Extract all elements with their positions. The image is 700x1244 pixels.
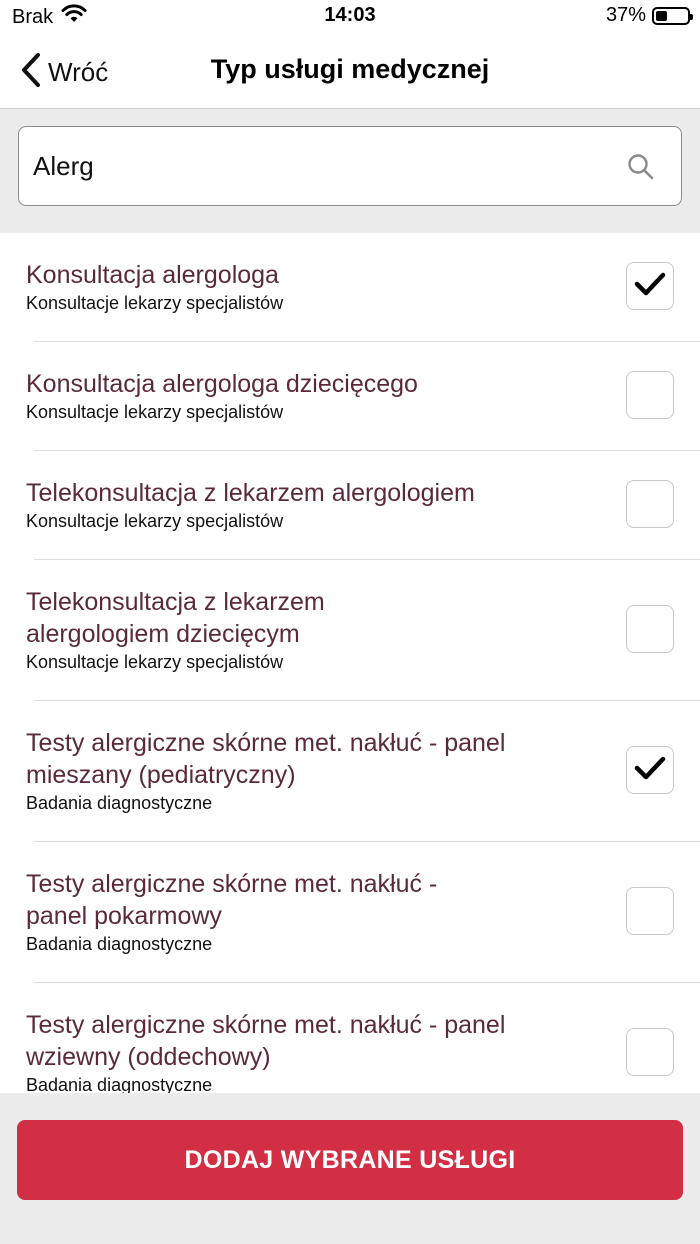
item-checkbox[interactable] [626, 1028, 674, 1076]
item-subtitle: Konsultacje lekarzy specjalistów [26, 402, 284, 422]
item-checkbox[interactable] [626, 746, 674, 794]
item-subtitle: Konsultacje lekarzy specjalistów [26, 652, 284, 672]
checkmark-icon [634, 755, 666, 786]
item-title: Konsultacja alergologa dziecięcego [26, 370, 418, 398]
item-title: Testy alergiczne skórne met. nakłuć - pa… [26, 1011, 506, 1071]
add-selected-services-label: DODAJ WYBRANE USŁUGI [184, 1145, 516, 1174]
item-title: Testy alergiczne skórne met. nakłuć - pa… [26, 729, 506, 789]
item-subtitle: Konsultacje lekarzy specjalistów [26, 293, 284, 313]
list-item[interactable]: Telekonsultacja z lekarzem alergologiem … [0, 451, 700, 560]
battery-percent: 37% [605, 4, 646, 26]
list-item[interactable]: Konsultacja alergologa dziecięcego Konsu… [0, 342, 700, 451]
list-item[interactable]: Telekonsultacja z lekarzem alergologiem … [0, 560, 700, 701]
status-right: 37% [605, 4, 693, 27]
status-time: 14:03 [324, 4, 376, 26]
navigation-bar: Wróć Typ usługi medycznej [0, 34, 700, 109]
list-item[interactable]: Testy alergiczne skórne met. nakłuć - pa… [0, 983, 700, 1093]
checkmark-icon [634, 271, 666, 302]
service-list[interactable]: Konsultacja alergologa Konsultacje lekar… [0, 233, 700, 1093]
item-title: Telekonsultacja z lekarzem alergologiem [26, 479, 475, 507]
list-item[interactable]: Testy alergiczne skórne met. nakłuć - pa… [0, 701, 700, 842]
item-checkbox[interactable] [626, 887, 674, 935]
item-subtitle: Badania diagnostyczne [26, 934, 213, 954]
item-checkbox[interactable] [626, 605, 674, 653]
list-item[interactable]: Testy alergiczne skórne met. nakłuć - pa… [0, 842, 700, 983]
item-title: Konsultacja alergologa [26, 261, 279, 289]
list-item[interactable]: Konsultacja alergologa Konsultacje lekar… [0, 233, 700, 342]
search-area [0, 109, 700, 233]
item-subtitle: Badania diagnostyczne [26, 793, 213, 813]
item-checkbox[interactable] [626, 371, 674, 419]
battery-icon [652, 6, 693, 25]
search-input[interactable] [31, 127, 615, 206]
search-box[interactable] [18, 126, 682, 206]
page-title: Typ usługi medycznej [210, 54, 490, 84]
item-subtitle: Konsultacje lekarzy specjalistów [26, 511, 284, 531]
item-checkbox[interactable] [626, 480, 674, 528]
status-bar: Brak 14:03 37% [0, 0, 700, 34]
battery-level [656, 10, 667, 21]
item-title: Testy alergiczne skórne met. nakłuć - pa… [26, 870, 438, 930]
bottom-bar: DODAJ WYBRANE USŁUGI [0, 1093, 700, 1244]
item-checkbox[interactable] [626, 262, 674, 310]
item-title: Telekonsultacja z lekarzem alergologiem … [26, 588, 325, 648]
search-icon[interactable] [627, 153, 655, 186]
item-subtitle: Badania diagnostyczne [26, 1075, 213, 1093]
add-selected-services-button[interactable]: DODAJ WYBRANE USŁUGI [17, 1120, 683, 1200]
